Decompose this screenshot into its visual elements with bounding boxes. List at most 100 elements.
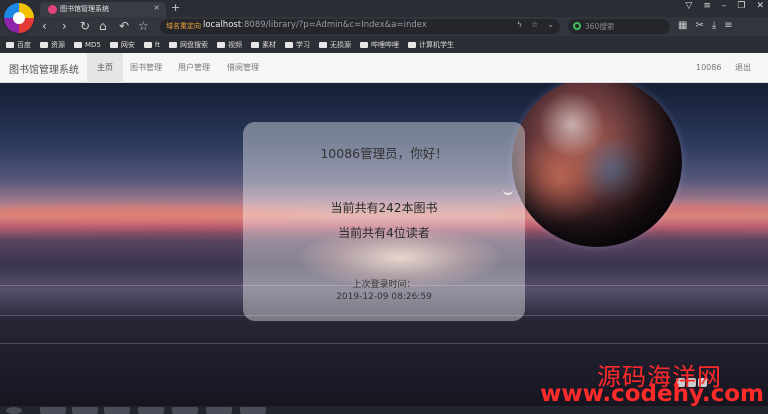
- bookmark-star-icon[interactable]: ☆: [138, 18, 149, 34]
- nav-user-management[interactable]: 用户管理: [168, 53, 220, 83]
- bookmarks-bar: 百度 资源 MD5 网安 ft 网盘搜索 视频 素材 学习 无损源 哔哩哔哩 计算机学生: [0, 36, 768, 53]
- sea-reflection: [0, 343, 768, 344]
- bookmark-item[interactable]: 学习: [284, 40, 310, 50]
- search-placeholder: 360搜索: [585, 22, 615, 31]
- bookmark-item[interactable]: 素材: [250, 40, 276, 50]
- nav-book-management[interactable]: 图书管理: [120, 53, 172, 83]
- bookmark-label: 百度: [17, 40, 31, 49]
- lightning-icon[interactable]: ϟ: [517, 20, 522, 29]
- bookmark-item[interactable]: 无损源: [318, 40, 351, 50]
- taskbar-app[interactable]: [104, 407, 130, 414]
- bookmark-item[interactable]: 视频: [216, 40, 242, 50]
- bookmark-label: 网盘搜索: [179, 40, 208, 49]
- url-path: :8089/library/?p=Admin&c=Index&a=index: [241, 20, 427, 30]
- apps-icon[interactable]: ▦: [678, 18, 687, 34]
- bookmark-label: 哔哩哔哩: [370, 40, 399, 49]
- favorite-star-icon[interactable]: ☆: [531, 20, 538, 29]
- menu-icon[interactable]: ≡: [703, 1, 711, 11]
- app-navbar: 图书馆管理系统 主页 图书管理 用户管理 借阅管理 10086 退出: [0, 53, 768, 83]
- bookmark-label: 资源: [51, 40, 65, 49]
- folder-icon: [40, 41, 48, 48]
- url-text[interactable]: localhost:8089/library/?p=Admin&c=Index&…: [203, 20, 427, 30]
- url-tools: ϟ ☆ ⌄: [517, 20, 554, 29]
- folder-icon: [284, 41, 293, 48]
- home-icon[interactable]: ⌂: [99, 18, 107, 34]
- bookmark-label: 素材: [261, 40, 276, 49]
- folder-icon: [250, 41, 259, 48]
- shirt-icon[interactable]: ▽: [685, 1, 692, 11]
- bookmark-label: MD5: [85, 40, 101, 49]
- taskbar-app[interactable]: [172, 407, 198, 414]
- start-button[interactable]: [6, 407, 22, 414]
- search-box[interactable]: 360搜索: [568, 19, 670, 34]
- taskbar-app[interactable]: [138, 407, 164, 414]
- folder-icon: [168, 41, 177, 48]
- taskbar-app[interactable]: [240, 407, 266, 414]
- new-tab-button[interactable]: +: [171, 1, 180, 14]
- readers-count-text: 当前共有4位读者: [338, 226, 430, 240]
- download-icon[interactable]: ⤓: [712, 18, 716, 34]
- paw-icon: [6, 41, 14, 48]
- bookmark-label: 网安: [120, 40, 135, 49]
- taskbar-app[interactable]: [206, 407, 232, 414]
- nav-logout[interactable]: 退出: [725, 53, 761, 83]
- tab-title: 图书馆管理系统: [60, 5, 109, 13]
- reload-icon[interactable]: ↻: [80, 18, 90, 34]
- browser-right-tools: ▦ ✂ ⤓ ≡: [678, 18, 733, 34]
- bookmark-label: 计算机学生: [418, 40, 454, 49]
- bookmark-item[interactable]: 计算机学生: [407, 40, 454, 50]
- scissors-icon[interactable]: ✂: [695, 18, 703, 34]
- last-login-time: 2019-12-09 08:26:59: [336, 292, 432, 302]
- tab-library[interactable]: 图书馆管理系统 ×: [40, 2, 166, 17]
- bookmark-item[interactable]: 哔哩哔哩: [359, 40, 399, 50]
- search-icon: [573, 22, 581, 30]
- undo-icon[interactable]: ↶: [119, 18, 129, 34]
- folder-icon: [407, 41, 416, 48]
- taskbar: [0, 406, 768, 414]
- bookmark-label: 视频: [227, 40, 242, 49]
- taskbar-app[interactable]: [72, 407, 98, 414]
- tab-bar: 图书馆管理系统 × + ▽ ≡ – ❐ ✕: [0, 0, 768, 17]
- restore-icon[interactable]: ❐: [737, 1, 745, 11]
- bookmark-item[interactable]: 百度: [6, 40, 31, 50]
- bookmark-label: 学习: [295, 40, 310, 49]
- welcome-card: 10086管理员，你好！ 当前共有242本图书 当前共有4位读者 上次登录时间：…: [243, 122, 525, 321]
- back-icon[interactable]: ‹: [42, 18, 47, 34]
- url-host: localhost: [203, 20, 242, 30]
- bookmark-label: 无损源: [329, 40, 351, 49]
- address-bar[interactable]: 域名重定向 localhost:8089/library/?p=Admin&c=…: [160, 19, 560, 34]
- minimize-icon[interactable]: –: [722, 1, 727, 11]
- greeting-text: 10086管理员，你好！: [320, 146, 448, 161]
- folder-icon: [216, 41, 225, 48]
- dropdown-icon[interactable]: ⌄: [547, 20, 554, 29]
- planet-image: [512, 77, 682, 247]
- watermark-url: www.codehy.com: [540, 381, 764, 407]
- brand-title[interactable]: 图书馆管理系统: [9, 61, 79, 76]
- folder-icon: [359, 41, 368, 48]
- folder-icon: [143, 41, 152, 48]
- window-controls: ▽ ≡ – ❐ ✕: [685, 1, 764, 11]
- bookmark-item[interactable]: ft: [143, 40, 160, 49]
- folder-icon: [109, 41, 118, 48]
- bookmark-item[interactable]: 网盘搜索: [168, 40, 208, 50]
- browser-logo-icon[interactable]: [4, 3, 34, 33]
- close-window-icon[interactable]: ✕: [756, 1, 764, 11]
- forward-icon[interactable]: ›: [62, 18, 67, 34]
- favicon-icon: [48, 5, 57, 14]
- folder-icon: [318, 41, 327, 48]
- bookmark-label: ft: [154, 40, 160, 49]
- bookmark-item[interactable]: 网安: [109, 40, 135, 50]
- taskbar-app[interactable]: [40, 407, 66, 414]
- last-login-label: 上次登录时间：: [352, 280, 416, 290]
- redirect-badge: 域名重定向: [166, 22, 201, 30]
- nav-home[interactable]: 主页: [87, 53, 123, 83]
- bookmark-item[interactable]: 资源: [40, 40, 65, 50]
- page-viewport: 图书馆管理系统 主页 图书管理 用户管理 借阅管理 10086 退出 10086…: [0, 53, 768, 406]
- browser-toolbar: ‹ › ↻ ⌂ ↶ ☆ 域名重定向 localhost:8089/library…: [0, 17, 768, 36]
- folder-icon: [74, 41, 82, 48]
- more-icon[interactable]: ≡: [724, 18, 732, 34]
- books-count-text: 当前共有242本图书: [330, 201, 438, 215]
- nav-borrow-management[interactable]: 借阅管理: [217, 53, 269, 83]
- tab-close-icon[interactable]: ×: [153, 3, 160, 12]
- bookmark-item[interactable]: MD5: [74, 41, 101, 49]
